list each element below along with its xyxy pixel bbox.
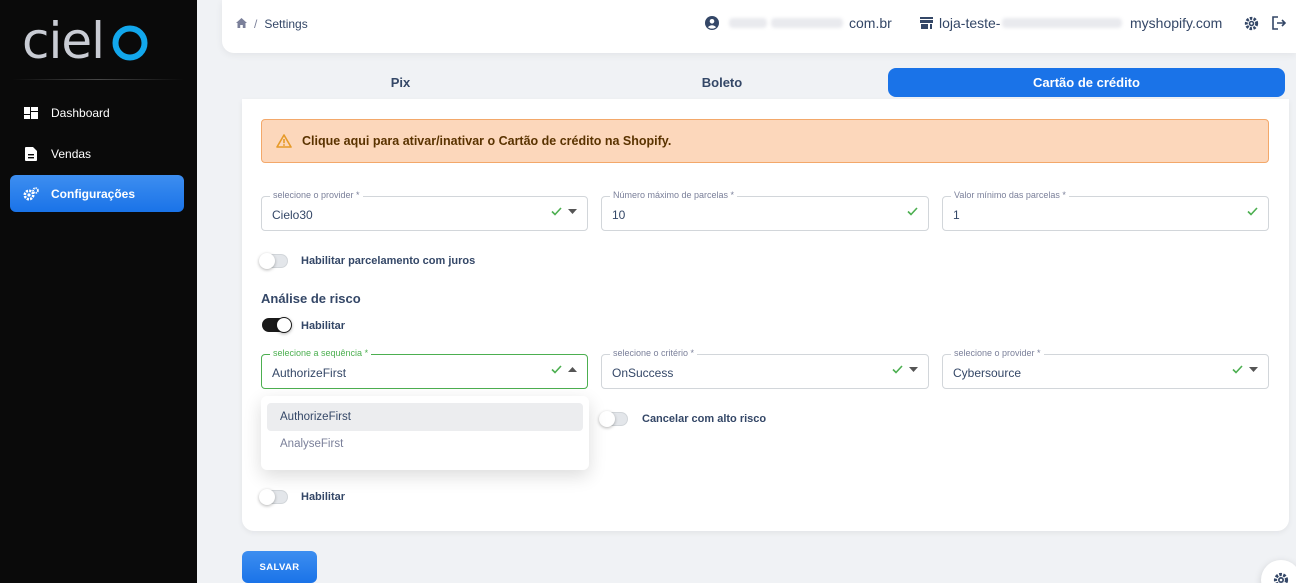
chevron-down-icon[interactable] [1249,367,1258,372]
toggle-knob [259,253,275,269]
risk-analysis-enable-label: Habilitar [301,320,346,332]
user-email: com.br [849,15,892,31]
sequence-dropdown-menu: AuthorizeFirst AnalyseFirst [261,396,589,470]
redacted-text [771,18,843,28]
shopify-activation-alert[interactable]: Clique aqui para ativar/inativar o Cartã… [261,119,1269,163]
user-account[interactable]: com.br [705,15,892,31]
field-label: selecione a sequência * [270,348,372,358]
gear-icon [1273,572,1289,583]
breadcrumb-separator: / [254,17,258,31]
store-prefix: loja-teste- [939,15,1001,31]
sidebar-item-configuracoes[interactable]: Configurações [10,175,184,212]
sequence-select[interactable]: selecione a sequência * AuthorizeFirst [261,348,588,389]
cielo-logo[interactable]: ciel [22,10,152,70]
interest-installments-label: Habilitar parcelamento com juros [301,255,476,267]
check-icon [551,365,562,374]
cancel-high-risk-toggle[interactable] [599,411,628,427]
bottom-enable-label: Habilitar [301,491,346,503]
logout-icon[interactable] [1272,16,1288,32]
interest-installments-toggle[interactable] [259,253,288,269]
check-icon [1247,207,1258,216]
toggle-knob [599,411,615,427]
breadcrumb: / Settings [236,17,308,31]
dropdown-option-analysefirst[interactable]: AnalyseFirst [267,430,583,458]
field-label: selecione o provider * [951,348,1044,358]
top-navbar: / Settings com.br loja-teste- myshopify.… [222,0,1296,53]
chevron-down-icon[interactable] [909,367,918,372]
toggle-knob [259,489,275,505]
field-value: AuthorizeFirst [272,366,347,380]
tab-pix[interactable]: Pix [242,68,559,97]
min-installment-value-field[interactable]: Valor mínimo das parcelas * 1 [942,190,1269,231]
gear-icon [23,186,39,202]
tab-boleto[interactable]: Boleto [564,68,880,97]
sidebar-item-label: Dashboard [51,105,110,120]
home-icon[interactable] [236,17,247,31]
field-label: selecione o provider * [270,190,363,200]
redacted-text [729,18,767,28]
dashboard-icon [23,105,39,121]
sidebar-item-dashboard[interactable]: Dashboard [10,94,184,131]
tab-cartao-de-credito[interactable]: Cartão de crédito [888,68,1285,97]
redacted-text [1002,18,1123,28]
field-value: Cybersource [953,366,1022,380]
criteria-select[interactable]: selecione o critério * OnSuccess [601,348,929,389]
risk-analysis-title: Análise de risco [261,291,361,306]
chevron-down-icon[interactable] [568,209,577,214]
dropdown-option-authorizefirst[interactable]: AuthorizeFirst [267,403,583,431]
installments-field[interactable]: Número máximo de parcelas * 10 [601,190,929,231]
field-label: Número máximo de parcelas * [610,190,738,200]
chevron-up-icon[interactable] [568,367,577,372]
warning-icon [276,134,292,148]
svg-text:ciel: ciel [22,12,104,70]
check-icon [1232,365,1243,374]
cancel-high-risk-label: Cancelar com alto risco [642,413,767,425]
check-icon [907,207,918,216]
sidebar-item-vendas[interactable]: Vendas [10,135,184,172]
provider-select[interactable]: selecione o provider * Cielo30 [261,190,588,231]
sidebar-divider [12,79,184,80]
field-label: selecione o critério * [610,348,698,358]
sidebar-item-label: Configurações [51,186,136,201]
settings-fab[interactable] [1261,560,1296,583]
document-icon [23,146,39,162]
account-circle-icon [705,16,719,30]
check-icon [551,207,562,216]
field-value: 10 [612,208,626,222]
field-value: Cielo30 [272,208,313,222]
store-info[interactable]: loja-teste- [920,15,1124,31]
settings-gear-icon[interactable] [1244,16,1260,32]
sidebar: ciel Dashboard Vendas Configurações [0,0,197,583]
field-value: 1 [953,208,960,222]
toggle-knob [276,317,292,333]
risk-analysis-toggle[interactable] [262,317,292,333]
check-icon [892,365,903,374]
store-domain: myshopify.com [1130,15,1223,31]
alert-text: Clique aqui para ativar/inativar o Cartã… [302,134,672,148]
bottom-enable-toggle[interactable] [259,489,288,505]
store-icon [920,17,933,29]
sidebar-item-label: Vendas [51,146,92,161]
risk-provider-select[interactable]: selecione o provider * Cybersource [942,348,1269,389]
breadcrumb-current: Settings [264,17,308,31]
save-button[interactable]: SALVAR [242,551,317,583]
field-value: OnSuccess [612,366,674,380]
field-label: Valor mínimo das parcelas * [951,190,1069,200]
payment-tabs: Pix Boleto Cartão de crédito [242,66,1289,98]
